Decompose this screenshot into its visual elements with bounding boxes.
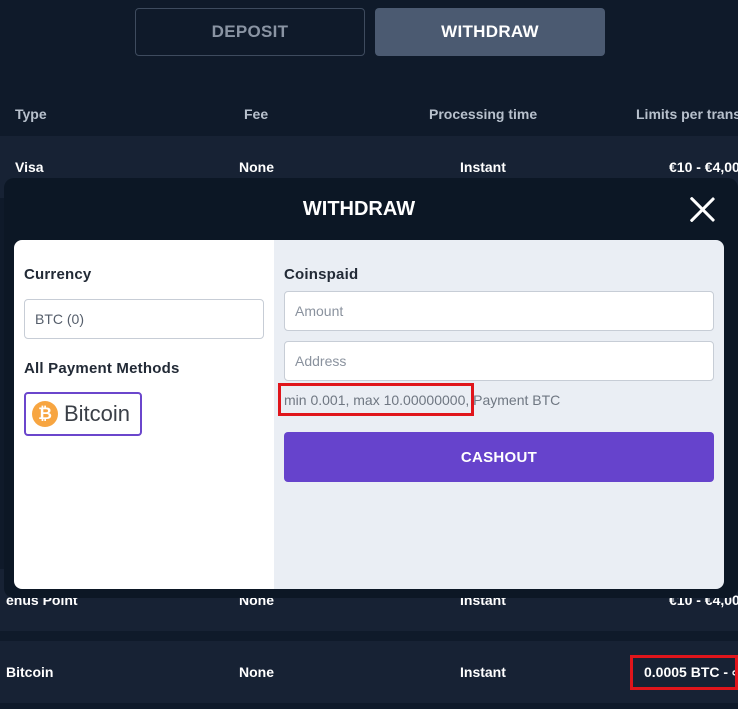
row-limits: €10 - €4,00: [669, 159, 738, 175]
currency-label: Currency: [24, 266, 92, 283]
tab-deposit[interactable]: DEPOSIT: [135, 8, 365, 56]
close-icon[interactable]: [688, 195, 716, 223]
deposit-withdraw-tabs: DEPOSIT WITHDRAW: [135, 8, 605, 56]
bitcoin-method-button[interactable]: ₿ Bitcoin: [24, 392, 142, 436]
table-row: Bitcoin None Instant 0.0005 BTC - ∞: [0, 641, 738, 703]
method-name: Bitcoin: [64, 401, 131, 426]
row-fee: None: [239, 664, 274, 680]
header-type: Type: [15, 106, 47, 122]
row-processing: Instant: [460, 664, 506, 680]
modal-title: WITHDRAW: [302, 198, 416, 220]
row-fee: None: [239, 159, 274, 175]
header-fee: Fee: [244, 106, 269, 122]
row-separator: [0, 631, 738, 641]
address-input[interactable]: Address: [284, 341, 714, 381]
min-max-highlight-box: [278, 383, 474, 416]
header-processing-time: Processing time: [429, 106, 538, 122]
payment-currency-hint: Payment BTC: [473, 392, 561, 408]
cashout-button[interactable]: CASHOUT: [284, 432, 714, 482]
tab-withdraw[interactable]: WITHDRAW: [375, 8, 605, 56]
row-processing: Instant: [460, 159, 506, 175]
limits-highlight-box: [630, 655, 738, 690]
provider-label: Coinspaid: [284, 266, 359, 283]
amount-input[interactable]: Amount: [284, 291, 714, 331]
currency-select[interactable]: BTC (0): [24, 299, 264, 339]
table-header: Type Fee Processing time Limits per tran…: [0, 92, 738, 136]
row-type: Visa: [15, 159, 44, 175]
bitcoin-icon: ₿: [32, 401, 58, 427]
payment-methods-label: All Payment Methods: [24, 360, 180, 377]
row-type: Bitcoin: [6, 664, 54, 680]
header-limits: Limits per trans: [636, 106, 738, 122]
